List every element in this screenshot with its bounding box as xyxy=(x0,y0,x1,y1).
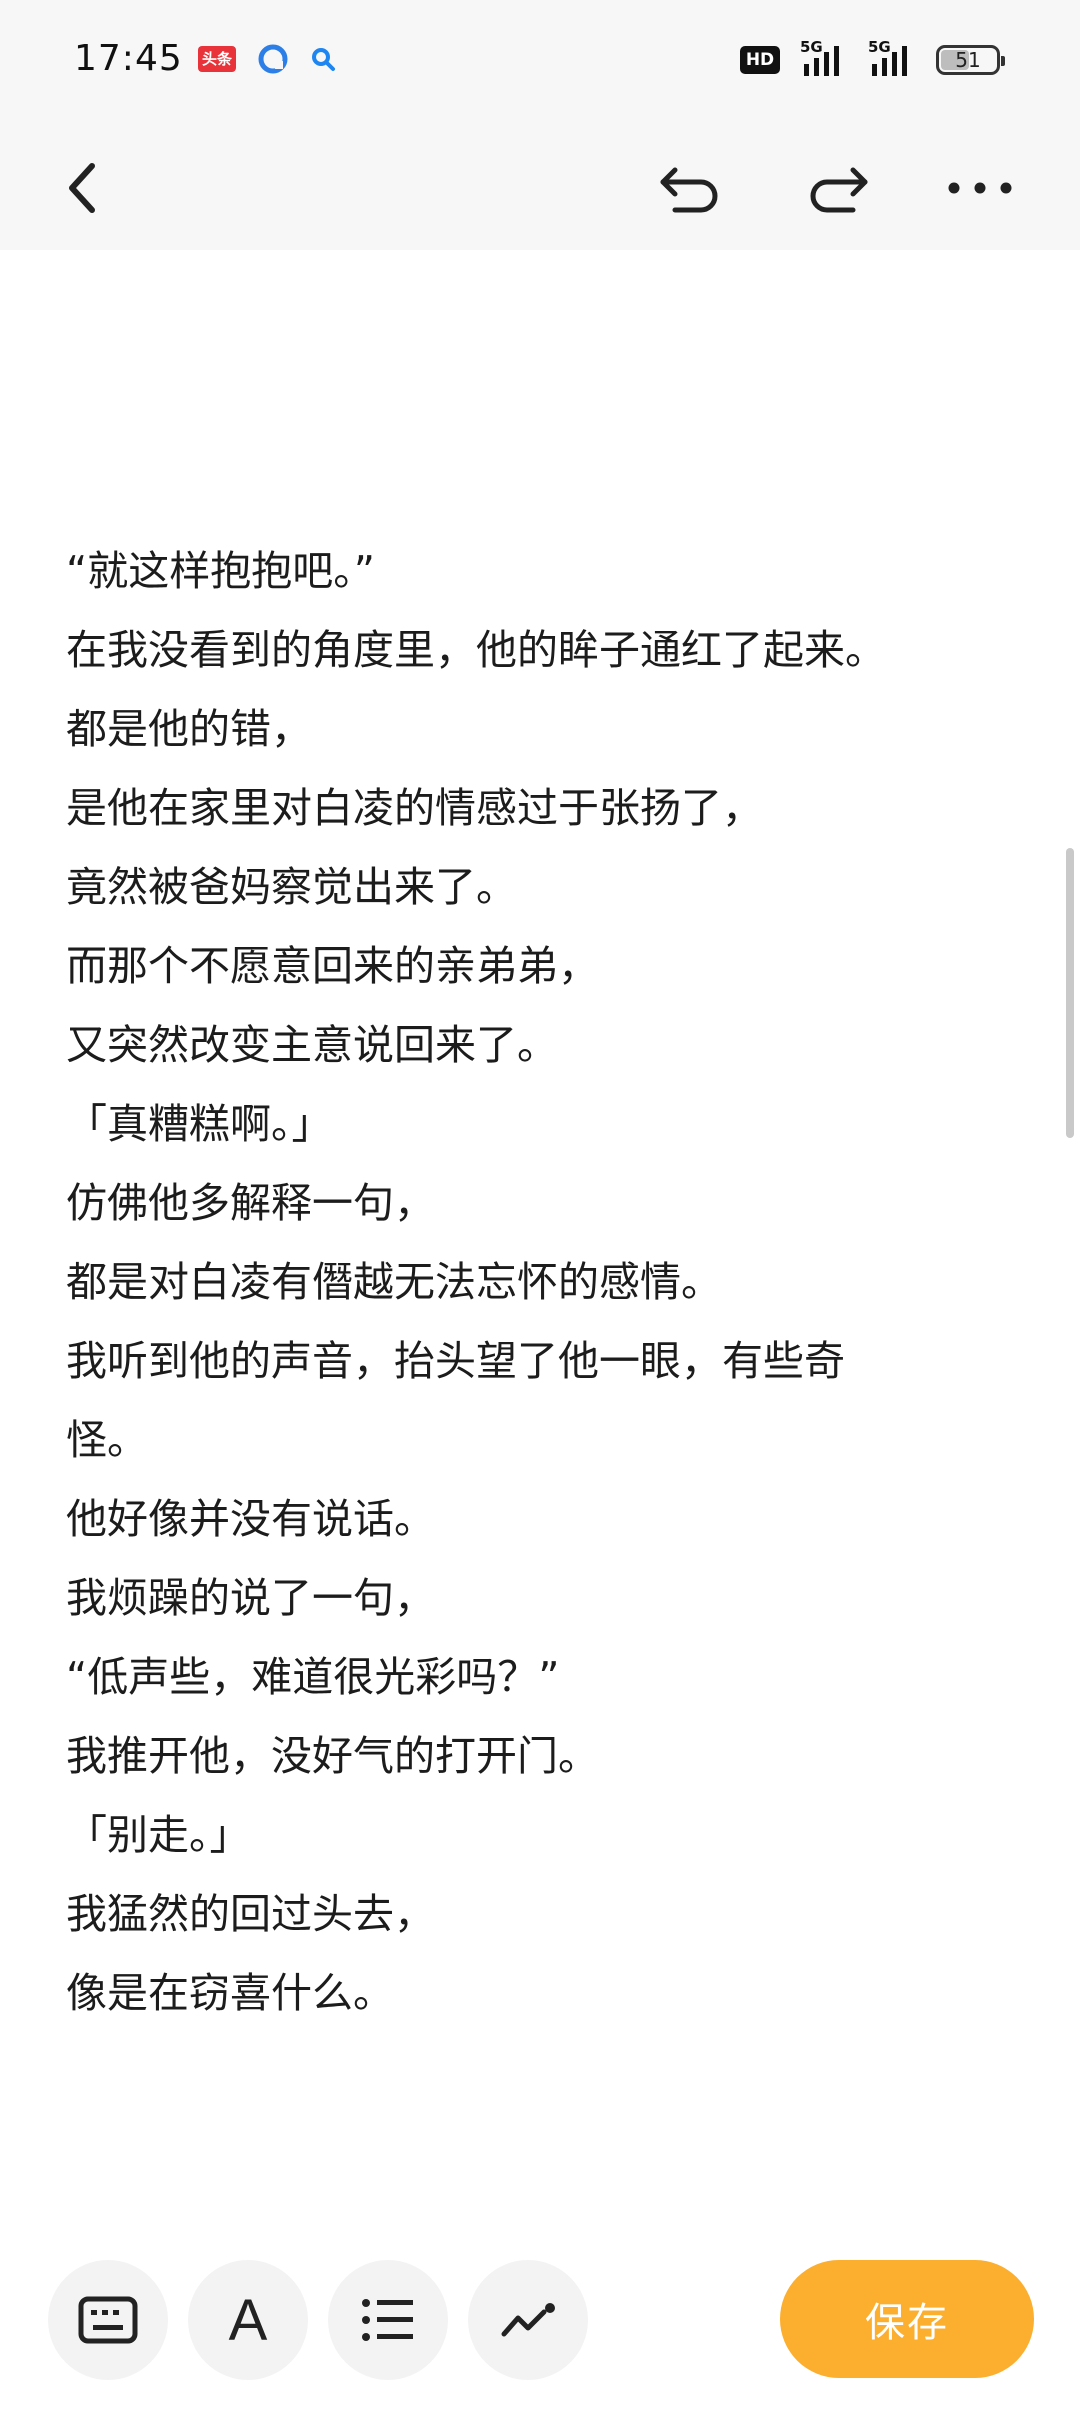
list-button[interactable] xyxy=(328,2260,448,2380)
hd-voice-icon: HD xyxy=(740,46,780,74)
note-line: 又突然改变主意说回来了。 xyxy=(66,1021,558,1069)
draw-button[interactable] xyxy=(468,2260,588,2380)
note-body[interactable]: “就这样抱抱吧。” 在我没看到的角度里，他的眸子通红了起来。 都是他的错， 是他… xyxy=(66,532,1016,2033)
note-line: 怪。 xyxy=(66,1416,148,1464)
keyboard-icon xyxy=(78,2296,138,2344)
note-line: 我烦躁的说了一句， xyxy=(66,1574,435,1622)
save-button[interactable]: 保存 xyxy=(780,2260,1034,2378)
font-format-icon: A xyxy=(228,2287,268,2353)
editor-toolbar xyxy=(0,126,1080,250)
note-line: 他好像并没有说话。 xyxy=(66,1495,435,1543)
bottom-toolbar: A 保存 xyxy=(0,2260,1080,2380)
note-line: 都是对白凌有僭越无法忘怀的感情。 xyxy=(66,1258,722,1306)
undo-button[interactable] xyxy=(650,148,730,228)
chevron-left-icon xyxy=(69,163,95,213)
scrollbar[interactable] xyxy=(1066,848,1074,1138)
draw-icon xyxy=(501,2303,555,2337)
note-line: 在我没看到的角度里，他的眸子通红了起来。 xyxy=(66,626,886,674)
note-line: 我听到他的声音，抬头望了他一眼，有些奇 xyxy=(66,1337,845,1385)
status-bar: 17:45 头条 HD 5G 5G 51 xyxy=(0,0,1080,126)
note-line: 竟然被爸妈察觉出来了。 xyxy=(66,863,517,911)
note-line: 是他在家里对白凌的情感过于张扬了， xyxy=(66,784,763,832)
note-line: 都是他的错， xyxy=(66,705,312,753)
note-line: 仿佛他多解释一句， xyxy=(66,1179,435,1227)
note-line: 我猛然的回过头去， xyxy=(66,1890,435,1938)
battery-icon: 51 xyxy=(936,45,1005,75)
more-options-button[interactable] xyxy=(940,148,1020,228)
status-time: 17:45 xyxy=(74,38,183,79)
signal-icon-sim2: 5G xyxy=(868,38,916,78)
note-line: 而那个不愿意回来的亲弟弟， xyxy=(66,942,599,990)
note-line: 「别走。」 xyxy=(66,1811,251,1859)
text-format-button[interactable]: A xyxy=(188,2260,308,2380)
keyboard-button[interactable] xyxy=(48,2260,168,2380)
more-horizontal-icon xyxy=(948,182,1012,194)
status-indicators: HD 5G 5G 51 xyxy=(740,38,1005,78)
battery-level: 51 xyxy=(955,48,981,72)
list-icon xyxy=(362,2299,413,2341)
notification-icons: 头条 xyxy=(198,44,336,74)
note-editor-screen: 17:45 头条 HD 5G 5G 51 “就这样抱抱吧。” 在我没看到的角度里… xyxy=(0,0,1080,2412)
redo-button[interactable] xyxy=(798,148,878,228)
browser-app-icon xyxy=(258,44,288,74)
undo-icon xyxy=(660,167,718,213)
search-app-icon xyxy=(312,48,335,71)
note-line: “低声些，难道很光彩吗？” xyxy=(66,1653,560,1701)
redo-icon xyxy=(810,167,868,213)
note-line: “就这样抱抱吧。” xyxy=(66,547,375,595)
back-button[interactable] xyxy=(42,148,122,228)
signal-icon-sim1: 5G xyxy=(800,38,848,78)
note-line: 像是在窃喜什么。 xyxy=(66,1969,394,2017)
note-line: 「真糟糕啊。」 xyxy=(66,1100,333,1148)
note-line: 我推开他，没好气的打开门。 xyxy=(66,1732,599,1780)
toutiao-app-icon: 头条 xyxy=(198,46,236,72)
